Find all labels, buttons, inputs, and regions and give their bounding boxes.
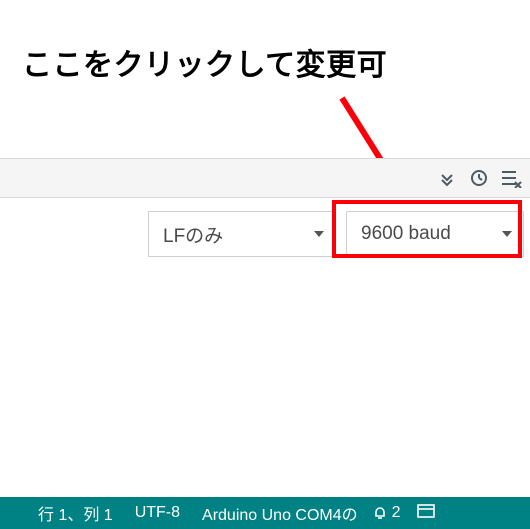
autoscroll-toggle-icon[interactable]: [436, 167, 458, 189]
status-cursor-position: 行 1、列 1: [38, 501, 113, 525]
line-ending-value: LFのみ: [163, 221, 223, 248]
status-notification-count: 2: [392, 504, 401, 522]
baud-rate-dropdown[interactable]: 9600 baud: [346, 211, 524, 257]
close-panel-icon[interactable]: [417, 504, 435, 523]
annotation-text: ここをクリックして変更可: [22, 40, 387, 84]
status-board-port[interactable]: Arduino Uno COM4の: [202, 501, 358, 525]
clear-output-icon[interactable]: [500, 167, 522, 189]
chevron-down-icon: [501, 228, 513, 240]
bell-icon: [372, 505, 388, 521]
status-notifications[interactable]: 2: [372, 504, 401, 522]
baud-rate-value: 9600 baud: [361, 223, 451, 245]
chevron-down-icon: [313, 228, 325, 240]
status-bar: 行 1、列 1 UTF-8 Arduino Uno COM4の 2: [0, 497, 530, 529]
line-ending-dropdown[interactable]: LFのみ: [148, 211, 336, 257]
serial-monitor-selectors: LFのみ 9600 baud: [0, 206, 530, 262]
serial-monitor-toolbar: [0, 158, 530, 198]
timestamp-toggle-icon[interactable]: [468, 167, 490, 189]
status-encoding[interactable]: UTF-8: [135, 504, 180, 522]
